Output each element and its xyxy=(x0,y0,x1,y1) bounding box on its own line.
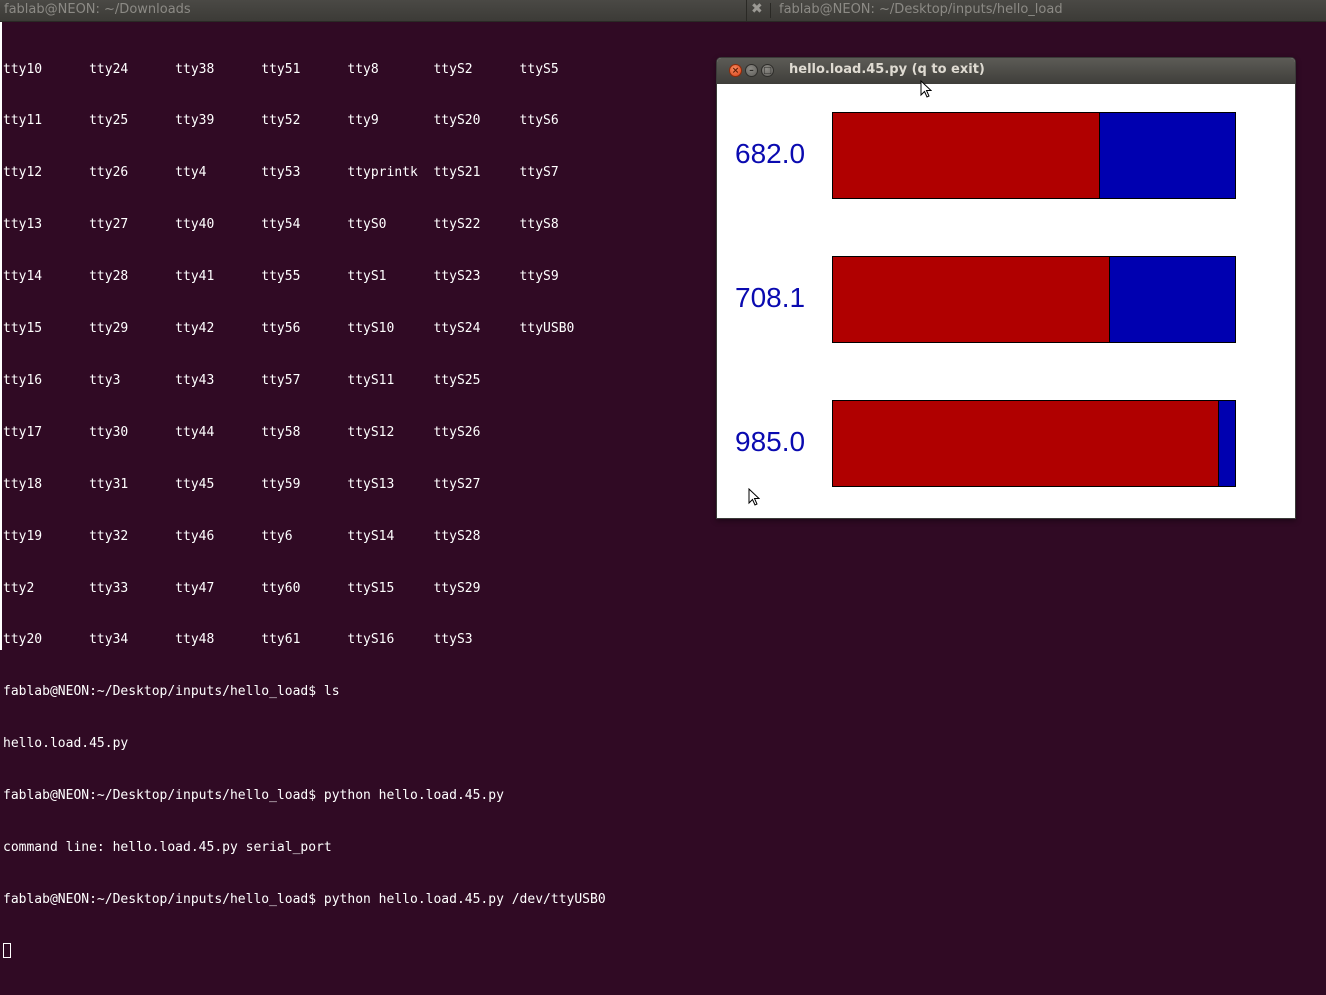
load-bar-fill xyxy=(833,257,1111,342)
terminal-line: tty10 tty24 tty38 tty51 tty8 ttyS2 ttyS5 xyxy=(3,61,559,77)
mouse-pointer-icon xyxy=(920,80,932,98)
window-close-icon[interactable]: × xyxy=(729,64,742,77)
load-bar xyxy=(832,256,1236,343)
bar-value-label: 708.1 xyxy=(735,282,806,313)
terminal-line: tty17 tty30 tty44 tty58 ttyS12 ttyS26 xyxy=(3,424,481,440)
terminal-line: tty2 tty33 tty47 tty60 ttyS15 ttyS29 xyxy=(3,580,481,596)
tab-hello-load[interactable]: ✖ fablab@NEON: ~/Desktop/inputs/hello_lo… xyxy=(746,0,1326,21)
load-bar xyxy=(832,112,1236,199)
terminal-line: tty18 tty31 tty45 tty59 ttyS13 ttyS27 xyxy=(3,476,481,492)
window-maximize-icon[interactable]: □ xyxy=(761,64,774,77)
terminal-line: tty11 tty25 tty39 tty52 tty9 ttyS20 ttyS… xyxy=(3,113,559,129)
window-titlebar[interactable]: × – □ hello.load.45.py (q to exit) xyxy=(717,58,1295,84)
terminal-cursor xyxy=(3,942,11,958)
window-title: hello.load.45.py (q to exit) xyxy=(789,62,985,77)
terminal-line: tty12 tty26 tty4 tty53 ttyprintk ttyS21 … xyxy=(3,165,559,181)
load-bar-fill xyxy=(833,113,1100,198)
bar-value-label: 985.0 xyxy=(735,426,806,457)
tab-hello-load-title: fablab@NEON: ~/Desktop/inputs/hello_load xyxy=(779,2,1063,17)
tab-downloads[interactable]: fablab@NEON: ~/Downloads xyxy=(0,0,746,21)
terminal-tab-bar: fablab@NEON: ~/Downloads ✖ fablab@NEON: … xyxy=(0,0,1326,22)
tab-downloads-title: fablab@NEON: ~/Downloads xyxy=(4,2,191,17)
terminal-line: hello.load.45.py xyxy=(3,736,129,752)
load-bar-fill xyxy=(833,401,1219,486)
terminal-line: tty19 tty32 tty46 tty6 ttyS14 ttyS28 xyxy=(3,528,481,544)
terminal-line: fablab@NEON:~/Desktop/inputs/hello_load$… xyxy=(3,788,504,804)
terminal-line: fablab@NEON:~/Desktop/inputs/hello_load$… xyxy=(3,891,606,907)
terminal-line: fablab@NEON:~/Desktop/inputs/hello_load$… xyxy=(3,684,340,700)
hello-load-window[interactable]: × – □ hello.load.45.py (q to exit) 682.0… xyxy=(716,57,1296,519)
load-bar xyxy=(832,400,1236,487)
terminal-output: tty10 tty24 tty38 tty51 tty8 ttyS2 ttyS5… xyxy=(3,26,606,995)
terminal-line: tty13 tty27 tty40 tty54 ttyS0 ttyS22 tty… xyxy=(3,217,559,233)
mouse-pointer-icon xyxy=(748,488,760,506)
terminal-line: command line: hello.load.45.py serial_po… xyxy=(3,839,332,855)
bar-value-label: 682.0 xyxy=(735,138,806,169)
load-canvas: 682.0 708.1 985.0 xyxy=(717,84,1295,518)
terminal-line: tty16 tty3 tty43 tty57 ttyS11 ttyS25 xyxy=(3,372,481,388)
terminal-line: tty14 tty28 tty41 tty55 ttyS1 ttyS23 tty… xyxy=(3,269,559,285)
terminal-cursor-line xyxy=(3,942,606,960)
window-minimize-icon[interactable]: – xyxy=(745,64,758,77)
terminal-line: tty15 tty29 tty42 tty56 ttyS10 ttyS24 tt… xyxy=(3,321,575,337)
tab-close-icon[interactable]: ✖ xyxy=(751,0,763,19)
terminal-line: tty20 tty34 tty48 tty61 ttyS16 ttyS3 xyxy=(3,632,473,648)
tab-separator xyxy=(770,3,771,18)
